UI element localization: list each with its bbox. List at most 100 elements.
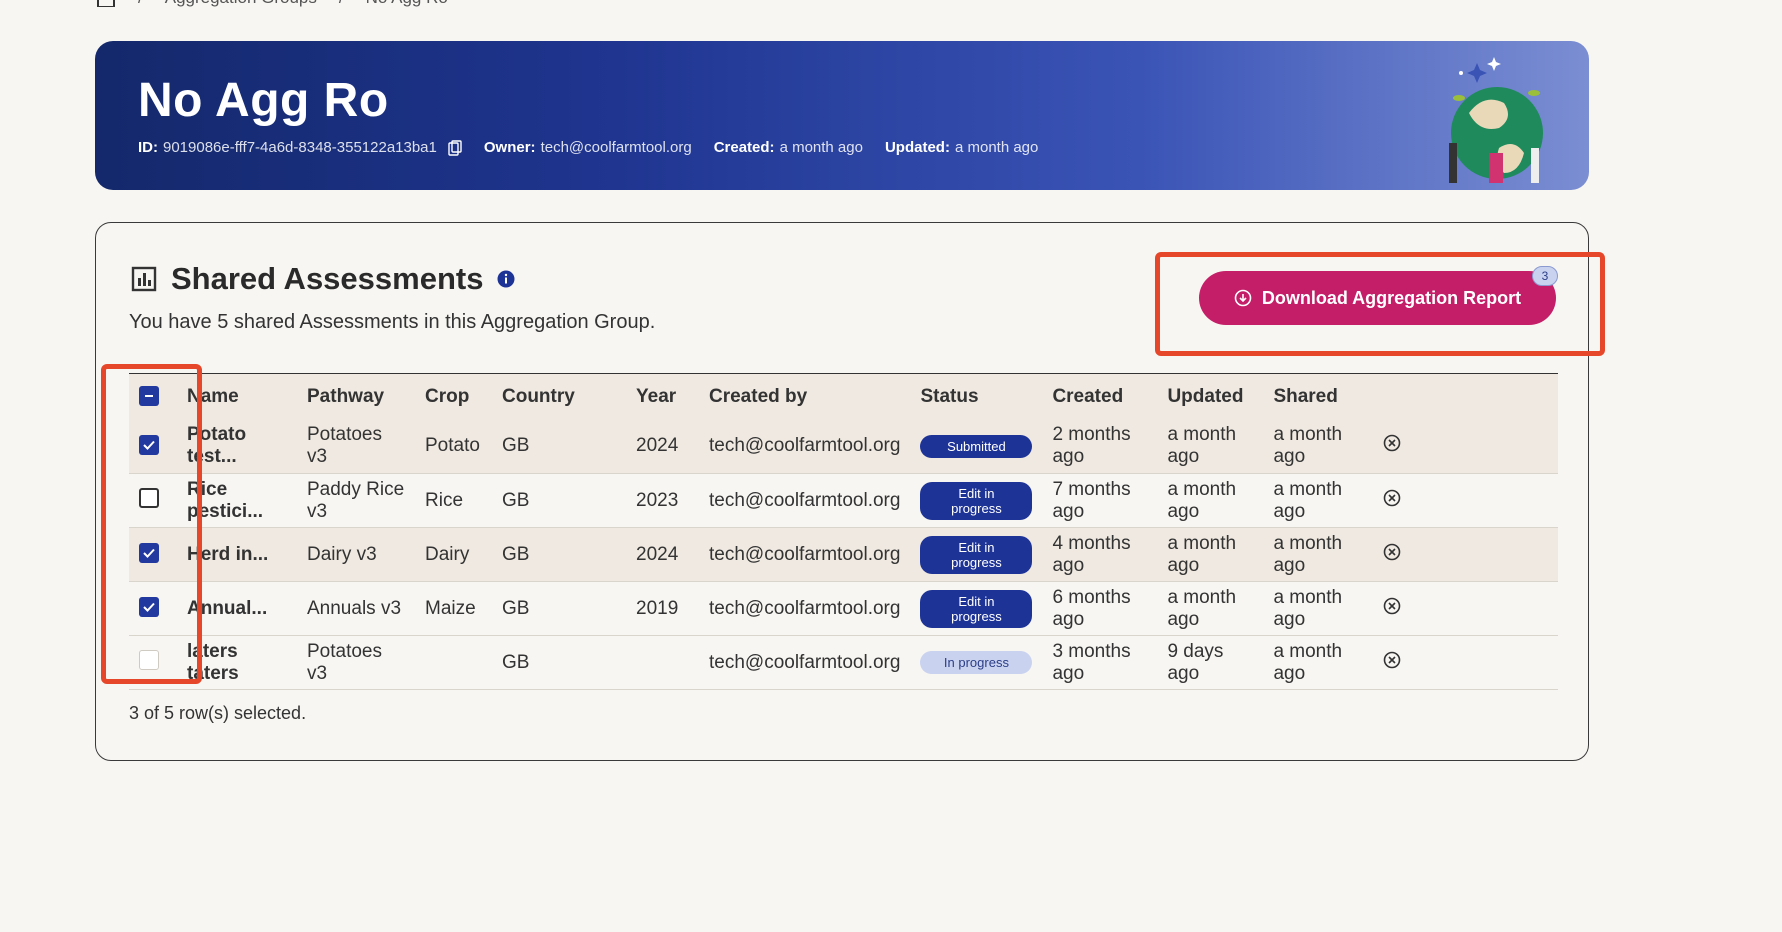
row-country: GB bbox=[492, 473, 626, 528]
col-created[interactable]: Created bbox=[1042, 374, 1157, 420]
col-status[interactable]: Status bbox=[910, 374, 1042, 420]
row-updated: a month ago bbox=[1157, 473, 1264, 528]
row-year: 2023 bbox=[626, 473, 699, 528]
selected-count-badge: 3 bbox=[1532, 266, 1558, 286]
assessments-table: Name Pathway Crop Country Year Created b… bbox=[129, 373, 1558, 690]
row-name[interactable]: Annual... bbox=[177, 581, 297, 636]
check-icon bbox=[143, 440, 155, 450]
row-shared: a month ago bbox=[1263, 635, 1374, 690]
row-country: GB bbox=[492, 635, 626, 690]
row-shared: a month ago bbox=[1263, 581, 1374, 636]
remove-icon[interactable] bbox=[1383, 597, 1401, 615]
row-pathway: Paddy Rice v3 bbox=[297, 473, 415, 528]
selection-count: 3 of 5 row(s) selected. bbox=[129, 703, 307, 723]
row-country: GB bbox=[492, 527, 626, 582]
col-pathway[interactable]: Pathway bbox=[297, 374, 415, 420]
row-country: GB bbox=[492, 581, 626, 636]
remove-icon[interactable] bbox=[1383, 651, 1401, 669]
download-aggregation-report-button[interactable]: Download Aggregation Report bbox=[1199, 271, 1556, 325]
row-year: 2024 bbox=[626, 527, 699, 582]
row-created: 6 months ago bbox=[1042, 581, 1158, 636]
row-country: GB bbox=[492, 419, 626, 474]
row-crop: Rice bbox=[415, 473, 492, 528]
page-title: No Agg Ro bbox=[138, 74, 389, 127]
status-badge: Edit in progress bbox=[920, 535, 1033, 574]
row-pathway: Annuals v3 bbox=[297, 581, 415, 636]
card-subtitle: You have 5 shared Assessments in this Ag… bbox=[129, 311, 656, 333]
row-updated: a month ago bbox=[1157, 581, 1264, 636]
globe-illustration bbox=[1449, 57, 1543, 183]
col-year[interactable]: Year bbox=[626, 374, 699, 420]
row-name[interactable]: Rice pestici... bbox=[177, 473, 297, 528]
status-badge: Submitted bbox=[920, 434, 1033, 458]
row-checkbox[interactable] bbox=[139, 434, 159, 455]
row-crop: Dairy bbox=[415, 527, 492, 582]
meta-created: Created: a month ago bbox=[713, 139, 863, 156]
row-created: 7 months ago bbox=[1042, 473, 1158, 528]
info-icon[interactable] bbox=[497, 270, 515, 288]
row-name[interactable]: Herd in... bbox=[177, 527, 297, 582]
row-shared: a month ago bbox=[1263, 419, 1374, 474]
row-created-by: tech@coolfarmtool.org bbox=[699, 581, 911, 636]
row-name[interactable]: laters taters bbox=[177, 635, 297, 690]
col-shared[interactable]: Shared bbox=[1263, 374, 1373, 420]
home-icon[interactable] bbox=[96, 0, 116, 7]
minus-icon bbox=[145, 394, 153, 397]
remove-icon[interactable] bbox=[1383, 434, 1401, 452]
shared-assessments-card: Shared Assessments You have 5 shared Ass… bbox=[95, 222, 1589, 761]
group-id: 9019086e-fff7-4a6d-8348-355122a13ba1 bbox=[163, 139, 437, 156]
table-row[interactable]: Herd in... Dairy v3 Dairy GB 2024 tech@c… bbox=[129, 527, 1558, 582]
row-checkbox[interactable] bbox=[139, 649, 159, 670]
row-created: 2 months ago bbox=[1042, 419, 1158, 474]
row-pathway: Potatoes v3 bbox=[297, 419, 415, 474]
row-created-by: tech@coolfarmtool.org bbox=[699, 419, 911, 474]
chart-icon bbox=[131, 266, 157, 292]
col-updated[interactable]: Updated bbox=[1157, 374, 1263, 420]
row-crop bbox=[415, 635, 492, 690]
col-created-by[interactable]: Created by bbox=[699, 374, 910, 420]
table-row[interactable]: Rice pestici... Paddy Rice v3 Rice GB 20… bbox=[129, 473, 1558, 528]
copy-icon[interactable] bbox=[448, 139, 462, 156]
meta-updated: Updated: a month ago bbox=[884, 139, 1039, 156]
row-updated: a month ago bbox=[1157, 419, 1264, 474]
row-created-by: tech@coolfarmtool.org bbox=[699, 635, 911, 690]
status-badge: In progress bbox=[920, 651, 1033, 674]
download-icon bbox=[1234, 289, 1252, 307]
row-created-by: tech@coolfarmtool.org bbox=[699, 473, 911, 528]
remove-icon[interactable] bbox=[1383, 489, 1401, 507]
breadcrumb: / Aggregation Groups / No Agg Ro bbox=[96, 0, 448, 8]
row-pathway: Potatoes v3 bbox=[297, 635, 415, 690]
download-label: Download Aggregation Report bbox=[1261, 287, 1522, 308]
breadcrumb-current: No Agg Ro bbox=[366, 0, 448, 8]
banner-meta: ID: 9019086e-fff7-4a6d-8348-355122a13ba1… bbox=[138, 139, 1038, 156]
row-checkbox[interactable] bbox=[139, 597, 159, 617]
select-all-checkbox[interactable] bbox=[139, 385, 159, 406]
check-icon bbox=[143, 602, 155, 612]
row-checkbox[interactable] bbox=[139, 543, 159, 563]
row-created-by: tech@coolfarmtool.org bbox=[699, 527, 911, 582]
table-row[interactable]: Annual... Annuals v3 Maize GB 2019 tech@… bbox=[129, 581, 1558, 636]
row-year: 2019 bbox=[626, 581, 699, 636]
group-banner: No Agg Ro ID: 9019086e-fff7-4a6d-8348-35… bbox=[95, 41, 1589, 190]
row-pathway: Dairy v3 bbox=[297, 527, 415, 582]
col-name[interactable]: Name bbox=[177, 374, 297, 420]
row-name[interactable]: Potato test... bbox=[177, 419, 297, 474]
table-row[interactable]: Potato test... Potatoes v3 Potato GB 202… bbox=[129, 419, 1558, 474]
remove-icon[interactable] bbox=[1383, 543, 1401, 561]
col-country[interactable]: Country bbox=[492, 374, 626, 420]
row-crop: Potato bbox=[415, 419, 492, 474]
meta-id: ID: 9019086e-fff7-4a6d-8348-355122a13ba1 bbox=[138, 139, 462, 156]
breadcrumb-aggregation-groups[interactable]: Aggregation Groups bbox=[165, 0, 317, 8]
table-header: Name Pathway Crop Country Year Created b… bbox=[129, 373, 1558, 420]
table-row[interactable]: laters taters Potatoes v3 GB tech@coolfa… bbox=[129, 635, 1558, 690]
meta-owner: Owner: tech@coolfarmtool.org bbox=[483, 139, 692, 156]
col-crop[interactable]: Crop bbox=[415, 374, 492, 420]
status-badge: Edit in progress bbox=[920, 481, 1033, 520]
row-shared: a month ago bbox=[1263, 527, 1374, 582]
col-actions bbox=[1373, 374, 1558, 420]
row-year: 2024 bbox=[626, 419, 699, 474]
row-checkbox[interactable] bbox=[139, 487, 159, 508]
card-title: Shared Assessments bbox=[131, 261, 515, 297]
row-shared: a month ago bbox=[1263, 473, 1374, 528]
row-year bbox=[626, 635, 699, 690]
